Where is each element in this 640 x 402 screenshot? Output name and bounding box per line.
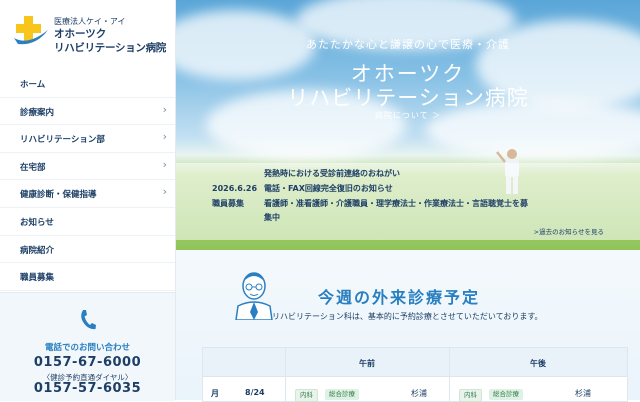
phone-icon <box>81 310 96 330</box>
past-news-link[interactable]: >過去のお知らせを見る <box>534 226 604 236</box>
schedule-note: リハビリテーション科は、基本的に予約診療とさせていただいております。 <box>272 312 543 321</box>
nav-item-label: 職員募集 <box>20 273 55 284</box>
hero-banner: あたたかな心と謙譲の心で医療・介護 オホーツク リハビリテーション病院 病院につ… <box>176 0 640 250</box>
nav-item-home[interactable]: ホーム <box>0 70 175 98</box>
outpatient-schedule-section: 今週の外来診療予定 リハビリテーション科は、基本的に予約診療とさせていただいてお… <box>176 250 640 402</box>
column-header-am: 午前 <box>359 359 375 368</box>
nav-item-home-care[interactable]: 在宅部 › <box>0 153 175 181</box>
nav-item-label: 在宅部 <box>20 162 46 173</box>
main-nav: ホーム 診療案内 › リハビリテーション部 › 在宅部 › 健康診断・保健指導 … <box>0 70 175 291</box>
logo-name-line2: リハビリテーション病院 <box>54 42 166 54</box>
news-category: 職員募集 <box>212 199 244 208</box>
nav-item-recruit[interactable]: 職員募集 <box>0 263 175 291</box>
nav-item-news[interactable]: お知らせ <box>0 208 175 236</box>
phone-contact-box: 電話でのお問い合わせ 0157-67-6000 〈健診予約直通ダイヤル〉 015… <box>0 292 175 401</box>
news-panel: 2026.6.26 職員募集 発熱時における受診前連絡のおねがい 電話・FAX回… <box>176 163 640 240</box>
chevron-right-icon: › <box>162 157 167 171</box>
sidebar: 医療法人ケイ・アイ オホーツク リハビリテーション病院 ホーム 診療案内 › リ… <box>0 0 176 401</box>
chevron-right-icon: › <box>162 185 167 199</box>
column-divider <box>285 348 286 401</box>
chevron-right-icon: › <box>162 102 167 116</box>
news-item[interactable]: 発熱時における受診前連絡のおねがい <box>264 168 400 179</box>
news-date: 2026.6.26 <box>212 184 258 193</box>
column-header-pm: 午後 <box>530 359 546 368</box>
am-department-tag: 内科 <box>295 389 318 402</box>
nav-item-about-hospital[interactable]: 病院紹介 <box>0 236 175 264</box>
hero-title-line2: リハビリテーション病院 <box>287 86 529 110</box>
news-item[interactable]: 電話・FAX回線完全復旧のお知らせ <box>264 183 393 194</box>
schedule-table: 午前 午後 月 8/24 内科 総合診療 杉浦 内科 総合診療 杉浦 <box>202 347 628 402</box>
news-item-continued[interactable]: 集中 <box>264 212 280 223</box>
nav-item-health-checkup[interactable]: 健康診断・保健指導 › <box>0 180 175 208</box>
chevron-right-icon: › <box>162 130 167 144</box>
am-doctor-name: 杉浦 <box>411 389 427 398</box>
nav-item-label: リハビリテーション部 <box>20 135 105 146</box>
nav-item-label: 健康診断・保健指導 <box>20 190 97 201</box>
am-type-tag: 総合診療 <box>325 389 359 400</box>
doctor-illustration <box>235 272 273 320</box>
hero-catchphrase: あたたかな心と謙譲の心で医療・介護 <box>306 38 510 51</box>
contact-phone-number[interactable]: 0157-67-6000 <box>0 355 175 370</box>
about-hospital-link[interactable]: 病院について ＞ <box>176 110 640 121</box>
pm-department-tag: 内科 <box>459 389 482 402</box>
nav-item-rehabilitation[interactable]: リハビリテーション部 › <box>0 125 175 153</box>
nav-item-label: 病院紹介 <box>20 245 55 256</box>
schedule-title: 今週の外来診療予定 <box>318 288 481 307</box>
nav-item-medical-guide[interactable]: 診療案内 › <box>0 98 175 126</box>
site-logo[interactable]: 医療法人ケイ・アイ オホーツク リハビリテーション病院 <box>14 16 174 56</box>
column-divider <box>449 348 450 401</box>
row-date: 8/24 <box>245 388 265 397</box>
nav-item-label: お知らせ <box>20 217 54 228</box>
logo-mark-icon <box>14 16 48 45</box>
nav-item-label: ホーム <box>20 80 46 90</box>
checkup-phone-number[interactable]: 0157-57-6035 <box>0 381 175 396</box>
row-weekday: 月 <box>211 389 219 398</box>
contact-title: 電話でのお問い合わせ <box>44 343 130 353</box>
news-item[interactable]: 看護師・准看護師・介護職員・理学療法士・作業療法士・言語聴覚士を募 <box>264 198 528 209</box>
pm-doctor-name: 杉浦 <box>575 389 591 398</box>
pm-type-tag: 総合診療 <box>489 389 523 400</box>
logo-name-line1: オホーツク <box>54 28 107 40</box>
nav-item-label: 診療案内 <box>20 107 55 118</box>
